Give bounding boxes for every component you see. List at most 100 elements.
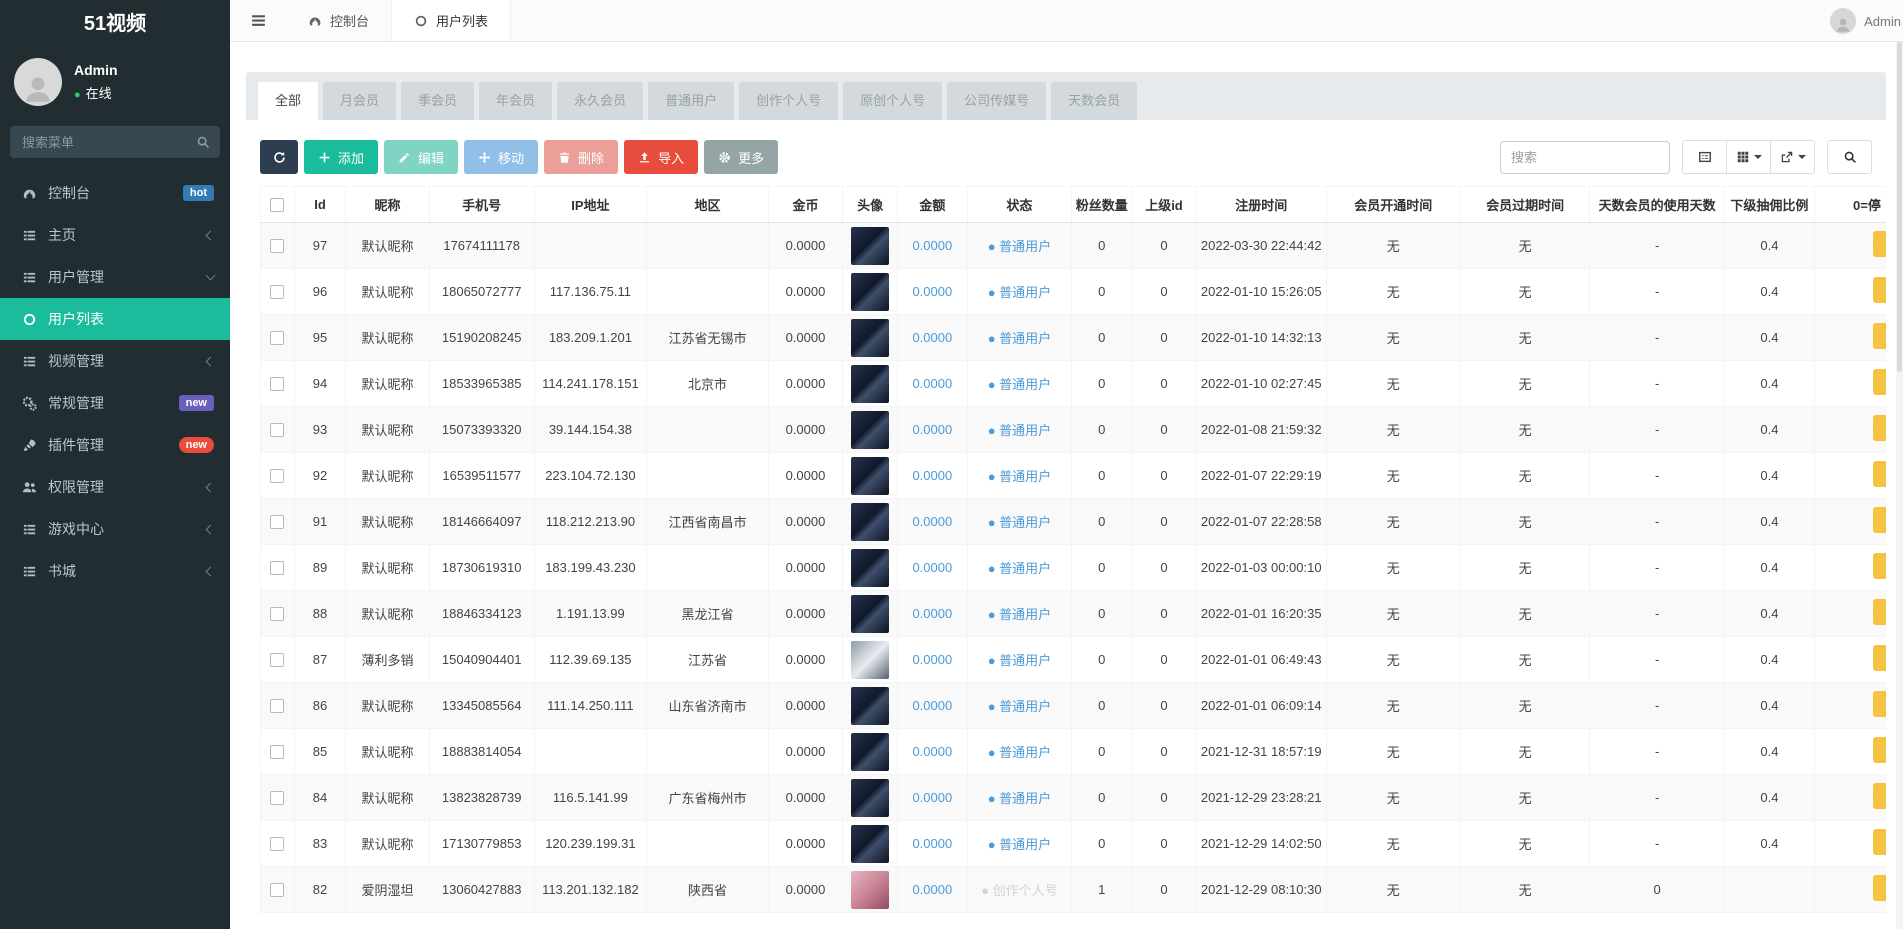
- status-toggle-button[interactable]: [1873, 461, 1886, 487]
- amount-link[interactable]: 0.0000: [912, 652, 952, 667]
- filter-tab[interactable]: 月会员: [323, 82, 396, 120]
- status-toggle-button[interactable]: [1873, 231, 1886, 257]
- status-toggle-button[interactable]: [1873, 875, 1886, 901]
- advanced-search-button[interactable]: [1827, 140, 1872, 174]
- amount-link[interactable]: 0.0000: [912, 238, 952, 253]
- column-header[interactable]: 下级抽佣比例: [1725, 187, 1815, 223]
- amount-link[interactable]: 0.0000: [912, 698, 952, 713]
- sidebar-item[interactable]: 视频管理: [0, 340, 230, 382]
- sidebar-item[interactable]: 控制台 hot: [0, 172, 230, 214]
- list-view-button[interactable]: [1682, 140, 1727, 174]
- row-checkbox[interactable]: [270, 883, 284, 897]
- status-toggle-button[interactable]: [1873, 737, 1886, 763]
- filter-tab[interactable]: 普通用户: [648, 82, 734, 120]
- amount-link[interactable]: 0.0000: [912, 376, 952, 391]
- user-avatar-image[interactable]: [851, 273, 889, 311]
- amount-link[interactable]: 0.0000: [912, 836, 952, 851]
- user-avatar-image[interactable]: [851, 733, 889, 771]
- filter-tab[interactable]: 年会员: [479, 82, 552, 120]
- sidebar-item[interactable]: 用户管理: [0, 256, 230, 298]
- import-button[interactable]: 导入: [624, 140, 698, 174]
- user-avatar-image[interactable]: [851, 549, 889, 587]
- topbar-tab[interactable]: 用户列表: [391, 0, 511, 41]
- user-avatar-image[interactable]: [851, 871, 889, 909]
- amount-link[interactable]: 0.0000: [912, 744, 952, 759]
- filter-tab[interactable]: 全部: [258, 82, 318, 120]
- column-header[interactable]: 金额: [898, 187, 968, 223]
- column-header[interactable]: 地区: [647, 187, 768, 223]
- row-checkbox[interactable]: [270, 837, 284, 851]
- filter-tab[interactable]: 创作个人号: [739, 82, 838, 120]
- sidebar-item[interactable]: 用户列表: [0, 298, 230, 340]
- vertical-scrollbar[interactable]: [1896, 42, 1903, 929]
- sidebar-item[interactable]: 主页: [0, 214, 230, 256]
- status-toggle-button[interactable]: [1873, 277, 1886, 303]
- sidebar-item[interactable]: 书城: [0, 550, 230, 592]
- filter-tab[interactable]: 季会员: [401, 82, 474, 120]
- amount-link[interactable]: 0.0000: [912, 606, 952, 621]
- user-avatar-image[interactable]: [851, 595, 889, 633]
- status-toggle-button[interactable]: [1873, 553, 1886, 579]
- row-checkbox[interactable]: [270, 745, 284, 759]
- amount-link[interactable]: 0.0000: [912, 468, 952, 483]
- column-header[interactable]: 头像: [843, 187, 898, 223]
- topbar-user-menu[interactable]: Admin: [1830, 0, 1903, 42]
- user-avatar-image[interactable]: [851, 825, 889, 863]
- delete-button[interactable]: 删除: [544, 140, 618, 174]
- column-header[interactable]: 天数会员的使用天数: [1590, 187, 1725, 223]
- sidebar-toggle-button[interactable]: [230, 0, 286, 41]
- filter-tab[interactable]: 原创个人号: [843, 82, 942, 120]
- amount-link[interactable]: 0.0000: [912, 330, 952, 345]
- topbar-tab[interactable]: 控制台: [286, 0, 391, 41]
- column-header[interactable]: 上级id: [1132, 187, 1197, 223]
- add-button[interactable]: 添加: [304, 140, 378, 174]
- column-header[interactable]: 手机号: [429, 187, 534, 223]
- sidebar-item[interactable]: 常规管理 new: [0, 382, 230, 424]
- user-avatar-image[interactable]: [851, 457, 889, 495]
- table-search-input[interactable]: [1500, 141, 1670, 174]
- user-avatar-image[interactable]: [851, 779, 889, 817]
- edit-button[interactable]: 编辑: [384, 140, 458, 174]
- user-avatar-image[interactable]: [851, 227, 889, 265]
- column-header[interactable]: 会员开通时间: [1326, 187, 1460, 223]
- amount-link[interactable]: 0.0000: [912, 422, 952, 437]
- column-header[interactable]: Id: [294, 187, 346, 223]
- status-toggle-button[interactable]: [1873, 599, 1886, 625]
- row-checkbox[interactable]: [270, 699, 284, 713]
- row-checkbox[interactable]: [270, 377, 284, 391]
- column-header[interactable]: 状态: [967, 187, 1072, 223]
- status-toggle-button[interactable]: [1873, 507, 1886, 533]
- row-checkbox[interactable]: [270, 423, 284, 437]
- column-header[interactable]: 昵称: [346, 187, 430, 223]
- user-avatar-image[interactable]: [851, 319, 889, 357]
- refresh-button[interactable]: [260, 140, 298, 174]
- column-header[interactable]: 金币: [768, 187, 843, 223]
- column-header[interactable]: 会员过期时间: [1460, 187, 1589, 223]
- user-avatar-image[interactable]: [851, 411, 889, 449]
- user-avatar-image[interactable]: [851, 687, 889, 725]
- export-dropdown-button[interactable]: [1770, 140, 1815, 174]
- status-toggle-button[interactable]: [1873, 829, 1886, 855]
- status-toggle-button[interactable]: [1873, 369, 1886, 395]
- move-button[interactable]: 移动: [464, 140, 538, 174]
- column-header[interactable]: IP地址: [534, 187, 647, 223]
- column-header[interactable]: 粉丝数量: [1072, 187, 1132, 223]
- sidebar-item[interactable]: 插件管理 new: [0, 424, 230, 466]
- amount-link[interactable]: 0.0000: [912, 514, 952, 529]
- sidebar-item[interactable]: 游戏中心: [0, 508, 230, 550]
- row-checkbox[interactable]: [270, 791, 284, 805]
- row-checkbox[interactable]: [270, 239, 284, 253]
- row-checkbox[interactable]: [270, 285, 284, 299]
- filter-tab[interactable]: 永久会员: [557, 82, 643, 120]
- status-toggle-button[interactable]: [1873, 691, 1886, 717]
- columns-dropdown-button[interactable]: [1726, 140, 1771, 174]
- row-checkbox[interactable]: [270, 561, 284, 575]
- status-toggle-button[interactable]: [1873, 645, 1886, 671]
- user-avatar-image[interactable]: [851, 641, 889, 679]
- more-button[interactable]: 更多: [704, 140, 778, 174]
- amount-link[interactable]: 0.0000: [912, 790, 952, 805]
- row-checkbox[interactable]: [270, 469, 284, 483]
- scrollbar-thumb[interactable]: [1897, 42, 1902, 372]
- filter-tab[interactable]: 公司传媒号: [947, 82, 1046, 120]
- select-all-checkbox[interactable]: [270, 198, 284, 212]
